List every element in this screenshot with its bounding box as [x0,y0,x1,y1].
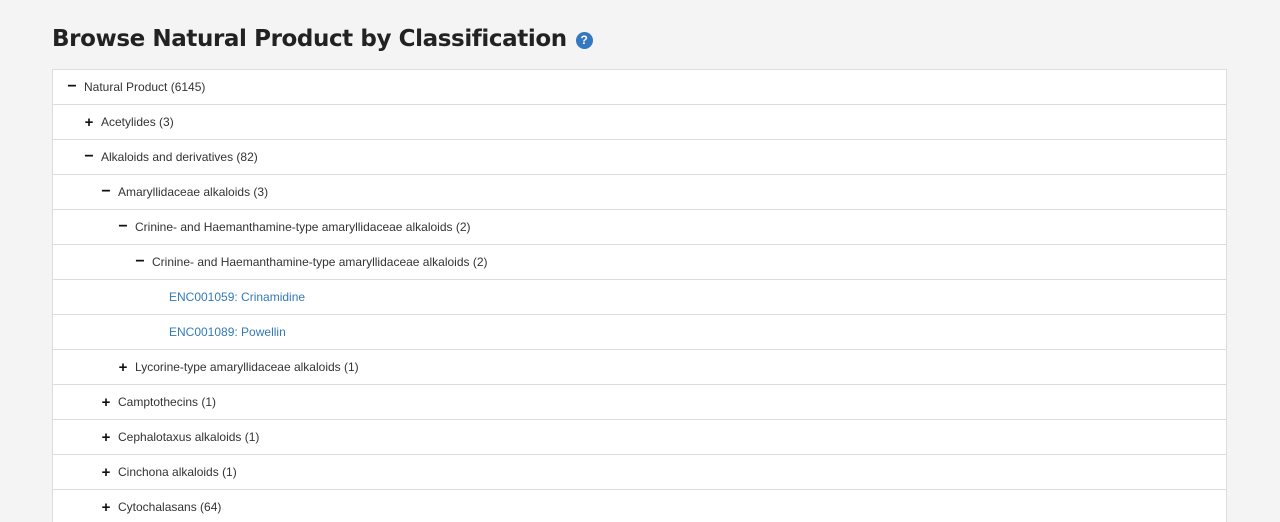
compound-link-enc001059[interactable]: ENC001059: Crinamidine [169,290,305,304]
minus-icon[interactable]: − [67,79,77,95]
compound-link-enc001089[interactable]: ENC001089: Powellin [169,325,286,339]
tree-node-label: Amaryllidaceae alkaloids (3) [118,185,269,199]
plus-icon[interactable]: + [118,360,128,375]
tree-node-cytochalasans: + Cytochalasans (64) [53,490,1226,522]
plus-icon[interactable]: + [101,500,111,515]
tree-node-label: Cytochalasans (64) [118,500,222,514]
tree-leaf-enc001059: ENC001059: Crinamidine [53,280,1226,315]
tree-node-alkaloids: − Alkaloids and derivatives (82) [53,140,1226,175]
tree-node-cinchona: + Cinchona alkaloids (1) [53,455,1226,490]
minus-icon[interactable]: − [118,219,128,235]
question-circle-icon[interactable]: ? [575,31,593,49]
tree-node-label: Crinine- and Haemanthamine-type amarylli… [135,220,471,234]
tree-node-natural-product: − Natural Product (6145) [53,70,1226,105]
plus-icon[interactable]: + [101,465,111,480]
tree-node-label: Natural Product (6145) [84,80,206,94]
plus-icon[interactable]: + [84,115,94,130]
tree-node-label: Lycorine-type amaryllidaceae alkaloids (… [135,360,359,374]
classification-tree: − Natural Product (6145) + Acetylides (3… [52,69,1227,522]
plus-icon[interactable]: + [101,395,111,410]
minus-icon[interactable]: − [84,149,94,165]
tree-node-label: Cinchona alkaloids (1) [118,465,237,479]
tree-node-amaryllidaceae: − Amaryllidaceae alkaloids (3) [53,175,1226,210]
page-title: Browse Natural Product by Classification [52,26,567,52]
plus-icon[interactable]: + [101,430,111,445]
tree-node-cephalotaxus: + Cephalotaxus alkaloids (1) [53,420,1226,455]
page-header: Browse Natural Product by Classification… [52,22,593,56]
tree-node-label: Acetylides (3) [101,115,174,129]
tree-node-label: Camptothecins (1) [118,395,217,409]
tree-node-acetylides: + Acetylides (3) [53,105,1226,140]
tree-node-camptothecins: + Camptothecins (1) [53,385,1226,420]
tree-node-label: Alkaloids and derivatives (82) [101,150,258,164]
tree-leaf-enc001089: ENC001089: Powellin [53,315,1226,350]
tree-node-label: Crinine- and Haemanthamine-type amarylli… [152,255,488,269]
tree-node-label: Cephalotaxus alkaloids (1) [118,430,260,444]
tree-node-lycorine: + Lycorine-type amaryllidaceae alkaloids… [53,350,1226,385]
minus-icon[interactable]: − [135,254,145,270]
tree-node-crinine-2: − Crinine- and Haemanthamine-type amaryl… [53,245,1226,280]
minus-icon[interactable]: − [101,184,111,200]
page: Browse Natural Product by Classification… [0,0,1280,522]
tree-node-crinine-1: − Crinine- and Haemanthamine-type amaryl… [53,210,1226,245]
